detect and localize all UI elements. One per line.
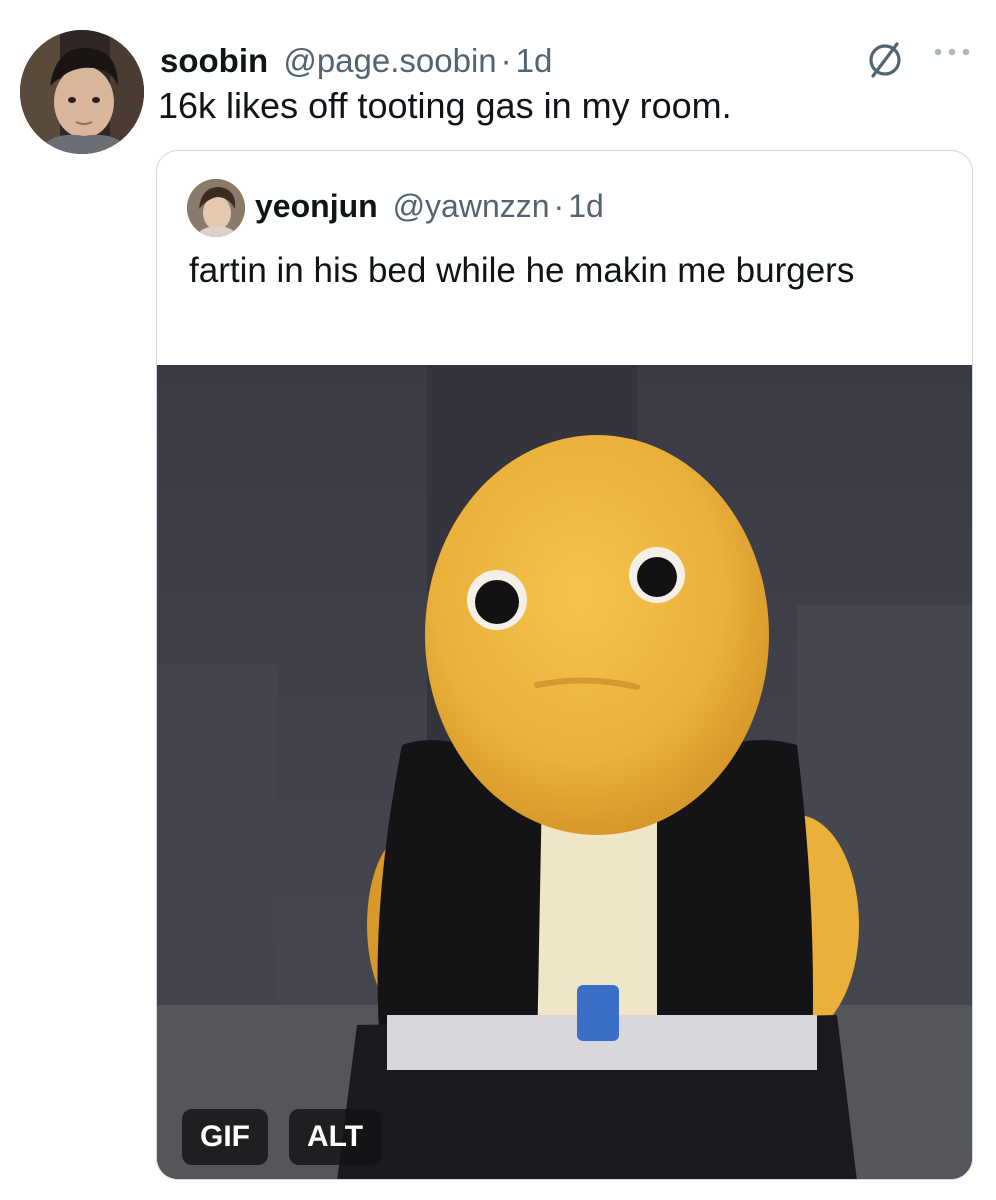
quoted-post-text: fartin in his bed while he makin me burg… bbox=[189, 251, 855, 290]
separator-dot: · bbox=[500, 42, 512, 79]
author-name[interactable]: soobin bbox=[160, 42, 268, 79]
post-text: 16k likes off tooting gas in my room. bbox=[158, 85, 732, 126]
post-timestamp[interactable]: 1d bbox=[516, 42, 553, 79]
author-handle[interactable]: @page.soobin bbox=[283, 42, 496, 79]
quoted-author-name[interactable]: yeonjun bbox=[255, 188, 378, 224]
more-dots-icon[interactable] bbox=[932, 42, 972, 62]
alt-text-button[interactable]: ALT bbox=[289, 1109, 382, 1165]
quoted-post-header: yeonjun @yawnzzn · 1d bbox=[255, 185, 604, 227]
quoted-author-avatar-image bbox=[187, 179, 245, 237]
quoted-post[interactable]: yeonjun @yawnzzn · 1d fartin in his bed wh… bbox=[156, 150, 973, 1180]
quoted-author-handle[interactable]: @yawnzzn bbox=[393, 188, 550, 224]
gif-media[interactable] bbox=[157, 365, 972, 1179]
gif-badge: GIF bbox=[182, 1109, 268, 1165]
author-avatar-image bbox=[20, 30, 144, 154]
post-header: soobin @page.soobin · 1d bbox=[160, 40, 552, 82]
post: soobin @page.soobin · 1d 16k likes off too… bbox=[0, 0, 996, 1200]
quoted-separator-dot: · bbox=[553, 188, 565, 224]
author-avatar[interactable] bbox=[20, 30, 144, 154]
quoted-author-avatar[interactable] bbox=[187, 179, 245, 237]
quoted-post-timestamp[interactable]: 1d bbox=[568, 188, 604, 224]
slashed-circle-icon[interactable] bbox=[862, 36, 908, 82]
gif-still-image bbox=[157, 365, 972, 1179]
